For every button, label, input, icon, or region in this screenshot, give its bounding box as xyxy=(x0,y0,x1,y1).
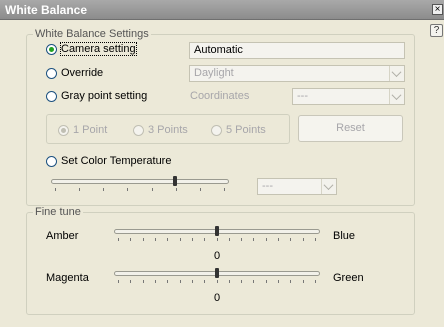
slider-tick xyxy=(315,280,316,283)
five-points-label: 5 Points xyxy=(226,124,266,136)
slider-tick xyxy=(200,188,201,191)
slider-tick xyxy=(130,238,131,241)
gray-point-radio[interactable]: Gray point setting xyxy=(46,90,147,102)
slider-tick xyxy=(253,238,254,241)
slider-thumb[interactable] xyxy=(215,268,219,278)
chevron-down-icon[interactable] xyxy=(321,179,336,194)
color-temperature-select-value: --- xyxy=(262,180,273,192)
slider-tick xyxy=(253,280,254,283)
window-title: White Balance xyxy=(5,3,88,17)
gray-point-label: Gray point setting xyxy=(61,90,148,102)
override-select-value: Daylight xyxy=(194,67,234,79)
slider-tick xyxy=(192,238,193,241)
override-select[interactable]: Daylight xyxy=(189,65,405,82)
amber-label: Amber xyxy=(46,230,79,242)
slider-tick xyxy=(204,238,205,241)
slider-tick xyxy=(155,280,156,283)
slider-tick xyxy=(118,238,119,241)
coordinates-label: Coordinates xyxy=(190,90,250,102)
chevron-down-icon[interactable] xyxy=(389,66,404,81)
coordinates-select[interactable]: --- xyxy=(292,88,405,105)
gray-point-radio-dot[interactable] xyxy=(46,90,57,102)
camera-setting-radio-dot[interactable] xyxy=(46,43,57,55)
slider-track xyxy=(51,179,229,184)
five-points-radio-dot[interactable] xyxy=(211,124,222,136)
blue-label: Blue xyxy=(333,230,356,242)
chevron-down-icon[interactable] xyxy=(389,89,404,104)
slider-tick xyxy=(229,280,230,283)
camera-setting-radio[interactable]: Camera setting xyxy=(46,42,137,56)
title-bar: White Balance × xyxy=(0,0,444,20)
slider-tick xyxy=(241,238,242,241)
slider-tick xyxy=(266,238,267,241)
amber-blue-slider[interactable] xyxy=(114,226,320,248)
slider-tick xyxy=(167,280,168,283)
color-temperature-radio[interactable]: Set Color Temperature xyxy=(46,155,171,167)
override-radio[interactable]: Override xyxy=(46,67,103,79)
slider-tick xyxy=(130,280,131,283)
slider-tick xyxy=(118,280,119,283)
three-points-label: 3 Points xyxy=(148,124,188,136)
reset-button[interactable]: Reset xyxy=(298,115,403,142)
slider-tick xyxy=(204,280,205,283)
help-icon[interactable]: ? xyxy=(430,24,443,37)
slider-tick xyxy=(278,280,279,283)
slider-tick xyxy=(155,238,156,241)
slider-tick xyxy=(290,280,291,283)
three-points-radio-dot[interactable] xyxy=(133,124,144,136)
three-points-radio[interactable]: 3 Points xyxy=(133,124,188,136)
close-button[interactable]: × xyxy=(432,4,443,15)
fine-tune-label: Fine tune xyxy=(33,206,83,218)
slider-thumb[interactable] xyxy=(215,226,219,236)
slider-tick xyxy=(79,188,80,191)
magenta-label: Magenta xyxy=(46,272,89,284)
magenta-green-slider[interactable] xyxy=(114,268,320,290)
amber-blue-value: 0 xyxy=(213,250,221,262)
one-point-radio[interactable]: 1 Point xyxy=(58,124,107,136)
coordinates-select-value: --- xyxy=(297,90,308,102)
magenta-green-value: 0 xyxy=(213,292,221,304)
slider-tick xyxy=(143,238,144,241)
white-balance-settings-label: White Balance Settings xyxy=(33,28,151,40)
one-point-label: 1 Point xyxy=(73,124,108,136)
slider-tick xyxy=(224,188,225,191)
slider-tick xyxy=(152,188,153,191)
slider-tick xyxy=(192,280,193,283)
slider-tick xyxy=(180,238,181,241)
slider-ticks xyxy=(114,238,320,242)
slider-tick xyxy=(143,280,144,283)
slider-tick xyxy=(229,238,230,241)
slider-tick xyxy=(217,238,218,241)
camera-setting-label: Camera setting xyxy=(60,42,137,56)
slider-tick xyxy=(303,280,304,283)
slider-tick xyxy=(266,280,267,283)
five-points-radio[interactable]: 5 Points xyxy=(211,124,266,136)
color-temperature-label: Set Color Temperature xyxy=(61,155,172,167)
override-radio-dot[interactable] xyxy=(46,67,57,79)
slider-tick xyxy=(303,238,304,241)
color-temperature-slider[interactable] xyxy=(51,176,229,198)
slider-tick xyxy=(241,280,242,283)
slider-thumb[interactable] xyxy=(173,176,177,186)
camera-setting-value-field: Automatic xyxy=(189,42,405,59)
slider-tick xyxy=(176,188,177,191)
slider-tick xyxy=(180,280,181,283)
slider-ticks xyxy=(51,188,229,192)
one-point-radio-dot[interactable] xyxy=(58,124,69,136)
slider-tick xyxy=(127,188,128,191)
slider-tick xyxy=(315,238,316,241)
slider-tick xyxy=(217,280,218,283)
green-label: Green xyxy=(333,272,364,284)
color-temperature-radio-dot[interactable] xyxy=(46,155,57,167)
color-temperature-select[interactable]: --- xyxy=(257,178,337,195)
slider-ticks xyxy=(114,280,320,284)
slider-tick xyxy=(290,238,291,241)
slider-tick xyxy=(167,238,168,241)
slider-tick xyxy=(103,188,104,191)
slider-tick xyxy=(278,238,279,241)
override-label: Override xyxy=(61,67,104,79)
slider-tick xyxy=(55,188,56,191)
